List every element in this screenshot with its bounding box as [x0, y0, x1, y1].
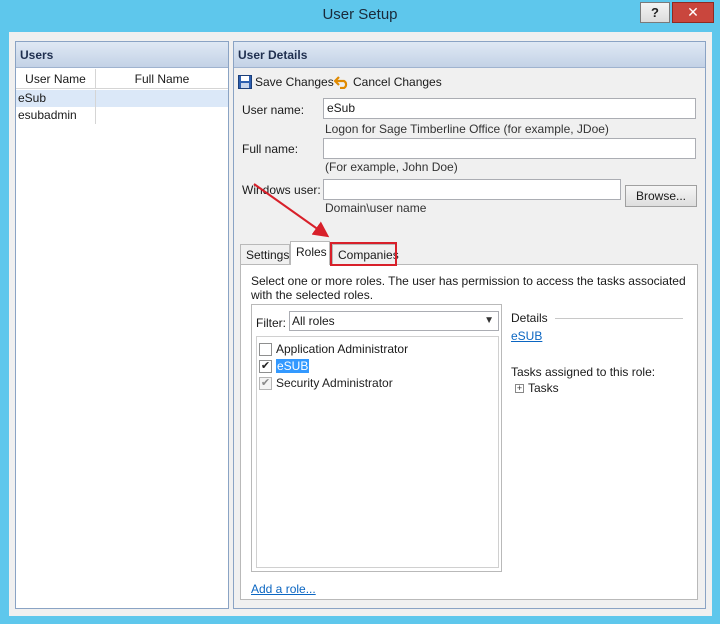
details-title: Details [511, 311, 548, 325]
role-details-link[interactable]: eSUB [511, 329, 542, 343]
user-name-input[interactable]: eSub [323, 98, 696, 119]
title-bar: User Setup ? ✕ [0, 0, 720, 32]
list-item[interactable]: ✔ eSUB [259, 358, 310, 374]
user-name-hint: Logon for Sage Timberline Office (for ex… [325, 122, 609, 136]
role-checkbox[interactable]: ✔ [259, 376, 272, 390]
roles-description: Select one or more roles. The user has p… [251, 274, 686, 302]
list-item[interactable]: Application Administrator [259, 341, 408, 357]
list-item[interactable]: ✔ Security Administrator [259, 375, 393, 391]
role-list: Application Administrator ✔ eSUB ✔ Secur… [256, 336, 499, 568]
windows-user-label: Windows user: [242, 183, 321, 197]
window-title: User Setup [322, 6, 398, 23]
full-name-hint: (For example, John Doe) [325, 160, 458, 174]
user-details-panel: User Details Save Changes Cancel Changes… [233, 41, 706, 609]
client-area: Users User Name Full Name eSub esubadmin… [9, 32, 712, 616]
details-divider [555, 318, 683, 319]
table-row[interactable]: eSub [16, 90, 228, 107]
tasks-tree-node[interactable]: + Tasks [515, 381, 559, 395]
windows-user-input[interactable] [323, 179, 621, 200]
cancel-changes-button[interactable]: Cancel Changes [334, 73, 442, 91]
tasks-label: Tasks assigned to this role: [511, 365, 656, 379]
user-name-cell: esubadmin [18, 107, 96, 124]
expand-icon[interactable]: + [515, 383, 524, 393]
role-label: Application Administrator [276, 342, 409, 356]
save-changes-label: Save Changes [255, 75, 334, 89]
users-grid-header: User Name Full Name [16, 69, 228, 89]
full-name-label: Full name: [242, 142, 299, 156]
user-setup-window: User Setup ? ✕ Users User Name Full Name… [0, 0, 720, 624]
role-checkbox[interactable]: ✔ [259, 359, 272, 373]
role-checkbox[interactable] [259, 342, 272, 356]
table-row[interactable]: esubadmin [16, 107, 228, 124]
role-label: eSUB [276, 359, 310, 373]
cancel-changes-label: Cancel Changes [353, 75, 442, 89]
column-header-full-name[interactable]: Full Name [96, 69, 228, 89]
chevron-down-icon: ▼ [484, 315, 494, 326]
close-button[interactable]: ✕ [672, 2, 714, 23]
full-name-input[interactable] [323, 138, 696, 159]
user-name-label: User name: [242, 103, 305, 117]
undo-icon [334, 76, 348, 89]
full-name-cell [96, 107, 228, 124]
tab-settings[interactable]: Settings [240, 244, 290, 265]
filter-select[interactable]: All roles ▼ [289, 311, 499, 331]
help-button[interactable]: ? [640, 2, 670, 23]
roles-tab-content: Select one or more roles. The user has p… [240, 264, 698, 600]
browse-button[interactable]: Browse... [625, 185, 697, 207]
add-role-link[interactable]: Add a role... [251, 582, 316, 596]
windows-user-hint: Domain\user name [325, 201, 427, 215]
tasks-node-label: Tasks [528, 381, 559, 395]
full-name-cell [96, 90, 228, 107]
tab-roles[interactable]: Roles [290, 241, 330, 265]
filter-label: Filter: [256, 316, 286, 330]
save-changes-button[interactable]: Save Changes [238, 73, 334, 91]
column-header-user-name[interactable]: User Name [16, 69, 96, 89]
role-label: Security Administrator [276, 376, 393, 390]
save-icon [238, 75, 252, 89]
users-list: eSub esubadmin [16, 90, 228, 124]
user-name-cell: eSub [18, 90, 96, 107]
filter-value: All roles [292, 314, 335, 328]
users-panel: Users User Name Full Name eSub esubadmin [15, 41, 229, 609]
users-panel-header: Users [16, 42, 228, 68]
roles-box: Filter: All roles ▼ Application Administ… [251, 304, 502, 572]
companies-tab-highlight [330, 242, 397, 266]
details-toolbar: Save Changes Cancel Changes [234, 69, 705, 95]
user-details-header: User Details [234, 42, 705, 68]
